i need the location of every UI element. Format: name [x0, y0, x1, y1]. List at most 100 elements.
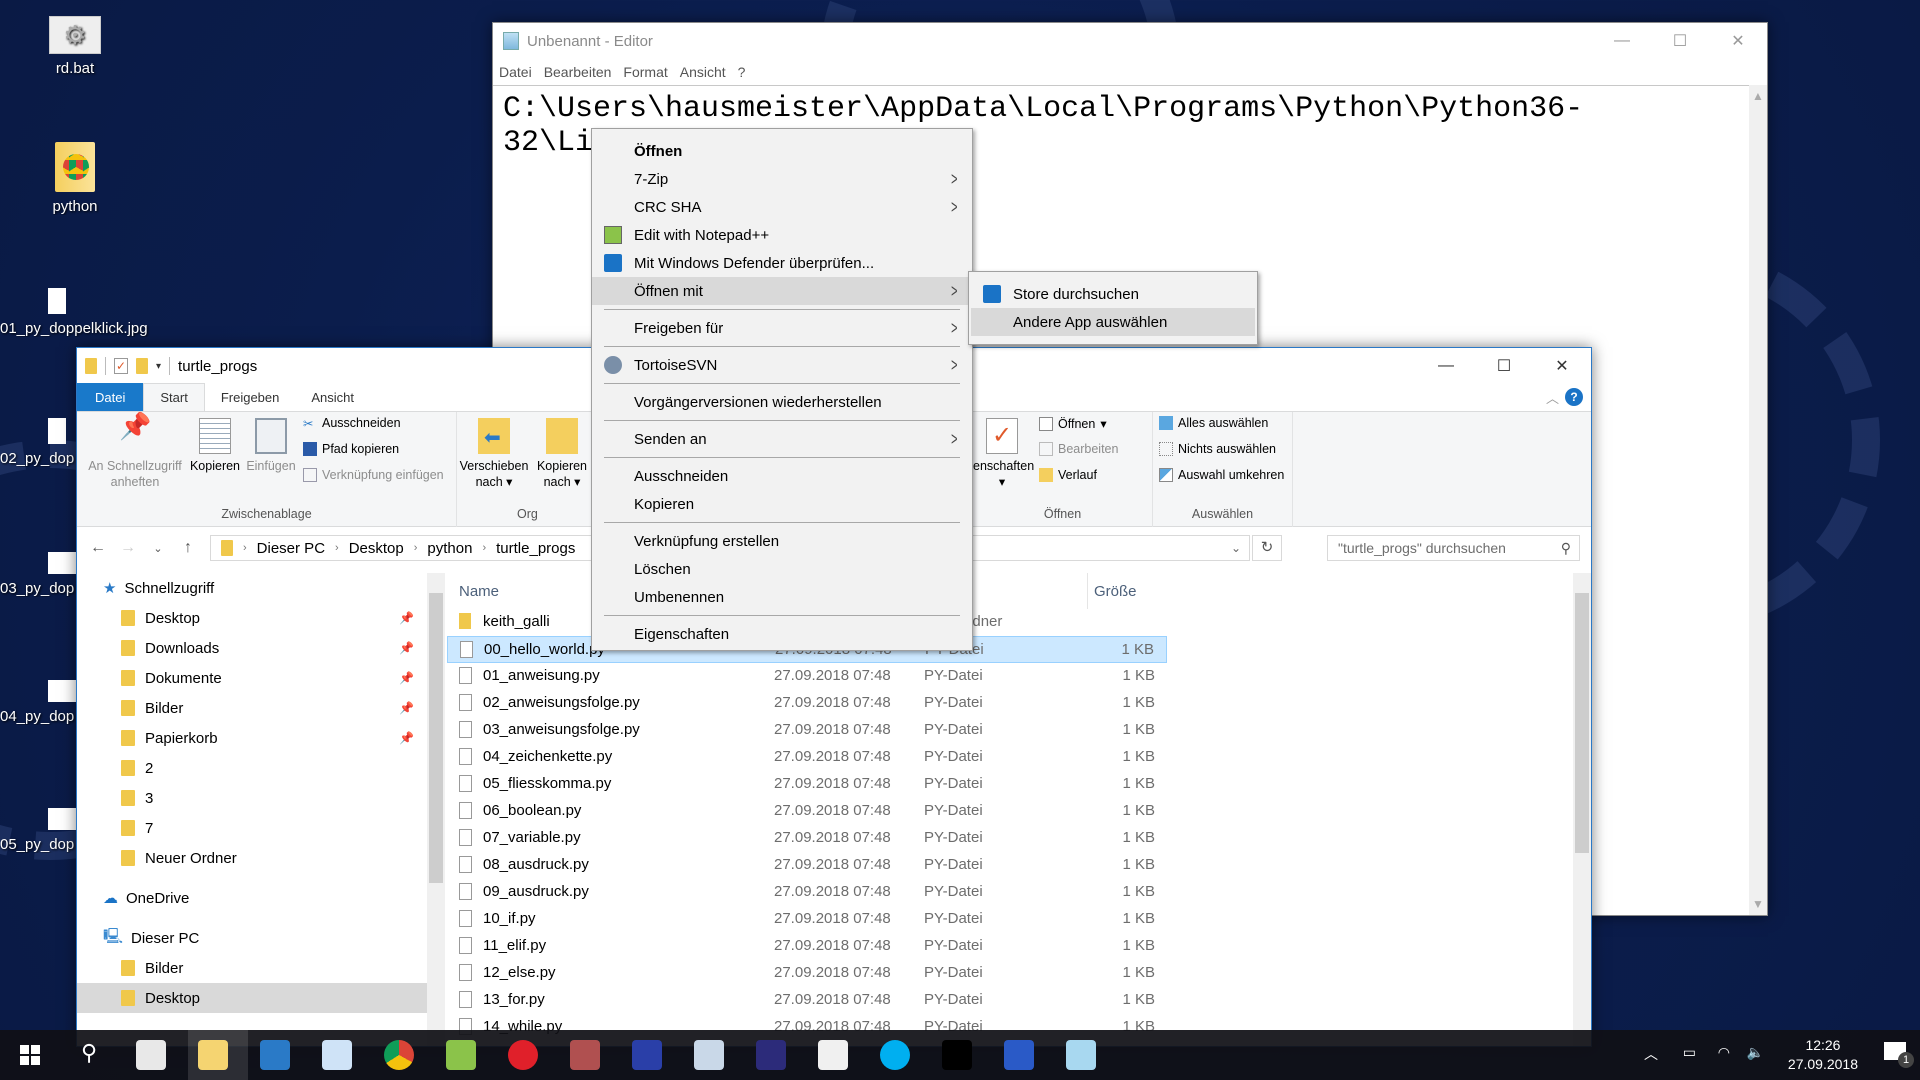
- nav-item-downloads[interactable]: Downloads 📌: [77, 633, 428, 663]
- menu-item-tortoisesvn[interactable]: TortoiseSVN >: [592, 351, 972, 379]
- desktop-icon-image[interactable]: 04_py_dop: [0, 680, 76, 725]
- forward-button[interactable]: →: [113, 539, 143, 557]
- customize-quick-access-icon[interactable]: ▾: [156, 361, 161, 372]
- menu-item-crc-sha[interactable]: CRC SHA >: [592, 193, 972, 221]
- file-row[interactable]: 13_for.py 27.09.2018 07:48 PY-Datei 1 KB: [447, 987, 1167, 1014]
- column-name[interactable]: Name: [459, 583, 499, 600]
- menu-item-senden-an[interactable]: Senden an >: [592, 425, 972, 453]
- submenu-item-andere-app-auswählen[interactable]: Andere App auswählen: [971, 308, 1255, 336]
- taskbar-app-python-file[interactable]: [136, 1040, 166, 1070]
- menu-item-öffnen[interactable]: Öffnen: [592, 137, 972, 165]
- nav-item-3[interactable]: 3: [77, 783, 428, 813]
- taskbar-app-skype[interactable]: [880, 1040, 910, 1070]
- select-none-button[interactable]: Nichts auswählen: [1159, 442, 1276, 456]
- menu-bearbeiten[interactable]: Bearbeiten: [544, 64, 612, 80]
- desktop-icon-image[interactable]: 02_py_dop: [0, 418, 76, 467]
- nav-quick-access[interactable]: ★ Schnellzugriff: [77, 573, 428, 603]
- file-row[interactable]: 03_anweisungsfolge.py 27.09.2018 07:48 PY-…: [447, 717, 1167, 744]
- new-folder-quick-icon[interactable]: [136, 358, 148, 374]
- taskbar-app-app-polyhedron[interactable]: [570, 1040, 600, 1070]
- close-button[interactable]: ✕: [1709, 23, 1767, 59]
- file-row[interactable]: 07_variable.py 27.09.2018 07:48 PY-Datei 1 …: [447, 825, 1167, 852]
- file-row[interactable]: 04_zeichenkette.py 27.09.2018 07:48 PY-Dat…: [447, 744, 1167, 771]
- menu-item-kopieren[interactable]: Kopieren: [592, 490, 972, 518]
- invert-selection-button[interactable]: Auswahl umkehren: [1159, 468, 1284, 482]
- menu-datei[interactable]: Datei: [499, 64, 532, 80]
- clock[interactable]: 12:26 27.09.2018: [1788, 1036, 1858, 1074]
- taskbar-app-cmd[interactable]: [942, 1040, 972, 1070]
- battery-icon[interactable]: ▭: [1683, 1044, 1696, 1061]
- file-row[interactable]: 02_anweisungsfolge.py 27.09.2018 07:48 PY-…: [447, 690, 1167, 717]
- menu-item-vorgängerversionen-wiederherstellen[interactable]: Vorgängerversionen wiederherstellen: [592, 388, 972, 416]
- file-row[interactable]: 06_boolean.py 27.09.2018 07:48 PY-Datei 1 K…: [447, 798, 1167, 825]
- taskbar-app-python-idle[interactable]: [818, 1040, 848, 1070]
- notepad-title-bar[interactable]: Unbenannt - Editor: [493, 23, 1767, 59]
- copy-path-button[interactable]: Pfad kopieren: [303, 442, 399, 456]
- menu-item-eigenschaften[interactable]: Eigenschaften: [592, 620, 972, 648]
- tab-datei[interactable]: Datei: [77, 383, 144, 411]
- menu-item-löschen[interactable]: Löschen: [592, 555, 972, 583]
- scroll-thumb[interactable]: [1575, 593, 1589, 853]
- show-hidden-icons-button[interactable]: ︿: [1644, 1044, 1658, 1064]
- nav-item-desktop[interactable]: Desktop 📌: [77, 603, 428, 633]
- maximize-button[interactable]: ☐: [1475, 348, 1533, 384]
- menu-ansicht[interactable]: Ansicht: [680, 64, 726, 80]
- taskbar-app-notepadpp[interactable]: [446, 1040, 476, 1070]
- taskbar-app-network-tool[interactable]: [632, 1040, 662, 1070]
- taskbar-app-paint[interactable]: [694, 1040, 724, 1070]
- submenu-item-store-durchsuchen[interactable]: Store durchsuchen: [971, 280, 1255, 308]
- action-center-button[interactable]: 1: [1884, 1042, 1914, 1068]
- menu-item-7-zip[interactable]: 7-Zip >: [592, 165, 972, 193]
- taskbar-app-control-panel[interactable]: [260, 1040, 290, 1070]
- desktop-icon-image[interactable]: 01_py_doppelklick.jpg: [0, 288, 150, 337]
- search-input[interactable]: "turtle_progs" durchsuchen ⚲: [1327, 535, 1580, 561]
- taskbar-app-chrome[interactable]: [384, 1040, 414, 1070]
- copy-to-button[interactable]: Kopieren nach ▾: [529, 418, 595, 490]
- file-row[interactable]: 12_else.py 27.09.2018 07:48 PY-Datei 1 KB: [447, 960, 1167, 987]
- nav-item-7[interactable]: 7: [77, 813, 428, 843]
- maximize-button[interactable]: ☐: [1651, 23, 1709, 59]
- menu-item-mit-windows-defender-überprüfen[interactable]: Mit Windows Defender überprüfen...: [592, 249, 972, 277]
- select-all-button[interactable]: Alles auswählen: [1159, 416, 1268, 430]
- file-list-scrollbar[interactable]: [1573, 573, 1591, 1046]
- nav-item-dokumente[interactable]: Dokumente 📌: [77, 663, 428, 693]
- file-row[interactable]: 05_fliesskomma.py 27.09.2018 07:48 PY-Date…: [447, 771, 1167, 798]
- desktop-icon-python[interactable]: python: [20, 142, 130, 215]
- menu-item-freigeben-für[interactable]: Freigeben für >: [592, 314, 972, 342]
- nav-onedrive[interactable]: ☁ OneDrive: [77, 883, 428, 913]
- file-row[interactable]: 10_if.py 27.09.2018 07:48 PY-Datei 1 KB: [447, 906, 1167, 933]
- paste-shortcut-button[interactable]: Verknüpfung einfügen: [303, 468, 444, 482]
- nav-item-pc-bilder[interactable]: Bilder: [77, 953, 428, 983]
- tab-start[interactable]: Start: [143, 383, 205, 411]
- recent-locations-button[interactable]: ⌄: [143, 542, 173, 555]
- taskbar-app-opera[interactable]: [508, 1040, 538, 1070]
- taskbar-app-remote-desktop[interactable]: [1004, 1040, 1034, 1070]
- file-row[interactable]: 08_ausdruck.py 27.09.2018 07:48 PY-Datei 1 …: [447, 852, 1167, 879]
- properties-button[interactable]: ✓ enschaften ▾: [973, 418, 1034, 490]
- open-button[interactable]: Öffnen ▾: [1039, 416, 1107, 431]
- pin-quick-access-button[interactable]: 📌 An Schnellzugriff anheften: [85, 413, 185, 490]
- desktop-icon-rd-bat[interactable]: ⚙ rd.bat: [20, 16, 130, 77]
- nav-item-pc-desktop[interactable]: Desktop: [77, 983, 428, 1013]
- up-button[interactable]: ↑: [173, 539, 203, 557]
- copy-button[interactable]: Kopieren: [187, 418, 243, 474]
- desktop-icon-image[interactable]: 05_py_dop: [0, 808, 76, 853]
- paste-button[interactable]: Einfügen: [243, 418, 299, 474]
- minimize-button[interactable]: —: [1593, 23, 1651, 59]
- nav-scrollbar[interactable]: [427, 573, 445, 1046]
- taskbar-app-eclipse[interactable]: [756, 1040, 786, 1070]
- close-button[interactable]: ✕: [1533, 348, 1591, 384]
- breadcrumb-turtle-progs[interactable]: turtle_progs: [496, 540, 575, 557]
- breadcrumb-python[interactable]: python: [427, 540, 472, 557]
- scroll-down-icon[interactable]: ▼: [1749, 897, 1767, 911]
- menu-item-edit-with-notepad[interactable]: Edit with Notepad++: [592, 221, 972, 249]
- scroll-up-icon[interactable]: ▲: [1749, 89, 1767, 103]
- menu-item-verknüpfung-erstellen[interactable]: Verknüpfung erstellen: [592, 527, 972, 555]
- column-size[interactable]: Größe: [1087, 573, 1137, 609]
- wifi-icon[interactable]: ◠: [1718, 1044, 1730, 1061]
- move-to-button[interactable]: ⬅ Verschieben nach ▾: [459, 418, 529, 490]
- menu-format[interactable]: Format: [623, 64, 667, 80]
- taskbar-app-search[interactable]: ⚲: [74, 1040, 104, 1070]
- scroll-thumb[interactable]: [429, 593, 443, 883]
- back-button[interactable]: ←: [83, 539, 113, 557]
